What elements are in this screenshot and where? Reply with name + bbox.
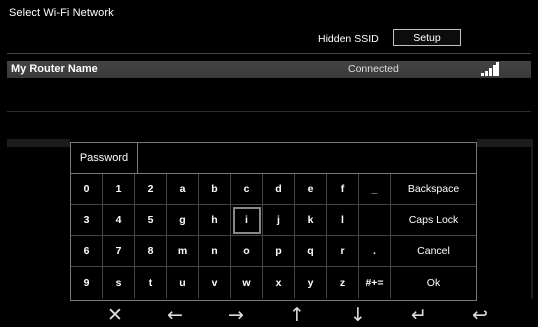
key-7[interactable]: 7 xyxy=(103,236,135,267)
network-row[interactable]: My Router Name Connected xyxy=(7,61,531,78)
key-9[interactable]: 9 xyxy=(71,267,103,298)
key-1[interactable]: 1 xyxy=(103,174,135,205)
background-row xyxy=(477,139,531,147)
arrow-up-icon[interactable]: ↑ xyxy=(285,304,309,326)
key-i[interactable]: i xyxy=(231,205,263,236)
password-input[interactable] xyxy=(139,143,476,173)
password-label: Password xyxy=(71,143,138,173)
key-a[interactable]: a xyxy=(167,174,199,205)
network-name: My Router Name xyxy=(11,63,98,75)
key-symbol[interactable]: _ xyxy=(359,174,391,205)
divider xyxy=(7,111,531,112)
back-icon[interactable]: ↩ xyxy=(468,304,492,326)
key-r[interactable]: r xyxy=(327,236,359,267)
key-l[interactable]: l xyxy=(327,205,359,236)
key-q[interactable]: q xyxy=(295,236,327,267)
hidden-ssid-button[interactable]: Hidden SSID xyxy=(318,33,379,45)
key-w[interactable]: w xyxy=(231,267,263,298)
onscreen-keyboard: Password 0 1 2 a b c d e f _ Backspace 3 4 5 g h i j k l Cap… xyxy=(70,142,477,301)
key-symbol[interactable]: . xyxy=(359,236,391,267)
key-blank[interactable] xyxy=(359,205,391,236)
setup-button[interactable]: Setup xyxy=(393,29,461,46)
key-0[interactable]: 0 xyxy=(71,174,103,205)
key-x[interactable]: x xyxy=(263,267,295,298)
remote-nav-bar: ✕ ← → ↑ ↓ ↵ ↩ xyxy=(0,302,538,327)
background-row xyxy=(7,139,70,147)
close-icon[interactable]: ✕ xyxy=(103,304,127,326)
key-g[interactable]: g xyxy=(167,205,199,236)
key-3[interactable]: 3 xyxy=(71,205,103,236)
key-k[interactable]: k xyxy=(295,205,327,236)
key-j[interactable]: j xyxy=(263,205,295,236)
key-2[interactable]: 2 xyxy=(135,174,167,205)
key-5[interactable]: 5 xyxy=(135,205,167,236)
key-ok[interactable]: Ok xyxy=(391,267,476,298)
enter-icon[interactable]: ↵ xyxy=(407,304,431,326)
key-grid: 0 1 2 a b c d e f _ Backspace 3 4 5 g h i j k l Caps Lock 6 7 8… xyxy=(71,174,476,300)
key-v[interactable]: v xyxy=(199,267,231,298)
key-b[interactable]: b xyxy=(199,174,231,205)
key-h[interactable]: h xyxy=(199,205,231,236)
network-status: Connected xyxy=(348,63,399,75)
key-cancel[interactable]: Cancel xyxy=(391,236,476,267)
key-o[interactable]: o xyxy=(231,236,263,267)
key-p[interactable]: p xyxy=(263,236,295,267)
key-m[interactable]: m xyxy=(167,236,199,267)
key-e[interactable]: e xyxy=(295,174,327,205)
page-title: Select Wi-Fi Network xyxy=(9,7,114,19)
password-row: Password xyxy=(71,143,476,174)
arrow-left-icon[interactable]: ← xyxy=(163,304,187,326)
key-s[interactable]: s xyxy=(103,267,135,298)
key-8[interactable]: 8 xyxy=(135,236,167,267)
key-6[interactable]: 6 xyxy=(71,236,103,267)
divider xyxy=(7,53,531,54)
key-u[interactable]: u xyxy=(167,267,199,298)
arrow-right-icon[interactable]: → xyxy=(224,304,248,326)
arrow-down-icon[interactable]: ↓ xyxy=(346,304,370,326)
key-f[interactable]: f xyxy=(327,174,359,205)
key-z[interactable]: z xyxy=(327,267,359,298)
scrollbar-track xyxy=(531,139,533,299)
key-caps-lock[interactable]: Caps Lock xyxy=(391,205,476,236)
key-symbol[interactable]: #+= xyxy=(359,267,391,298)
key-y[interactable]: y xyxy=(295,267,327,298)
key-backspace[interactable]: Backspace xyxy=(391,174,476,205)
wifi-signal-icon xyxy=(481,62,499,76)
key-4[interactable]: 4 xyxy=(103,205,135,236)
key-c[interactable]: c xyxy=(231,174,263,205)
key-n[interactable]: n xyxy=(199,236,231,267)
key-t[interactable]: t xyxy=(135,267,167,298)
key-d[interactable]: d xyxy=(263,174,295,205)
